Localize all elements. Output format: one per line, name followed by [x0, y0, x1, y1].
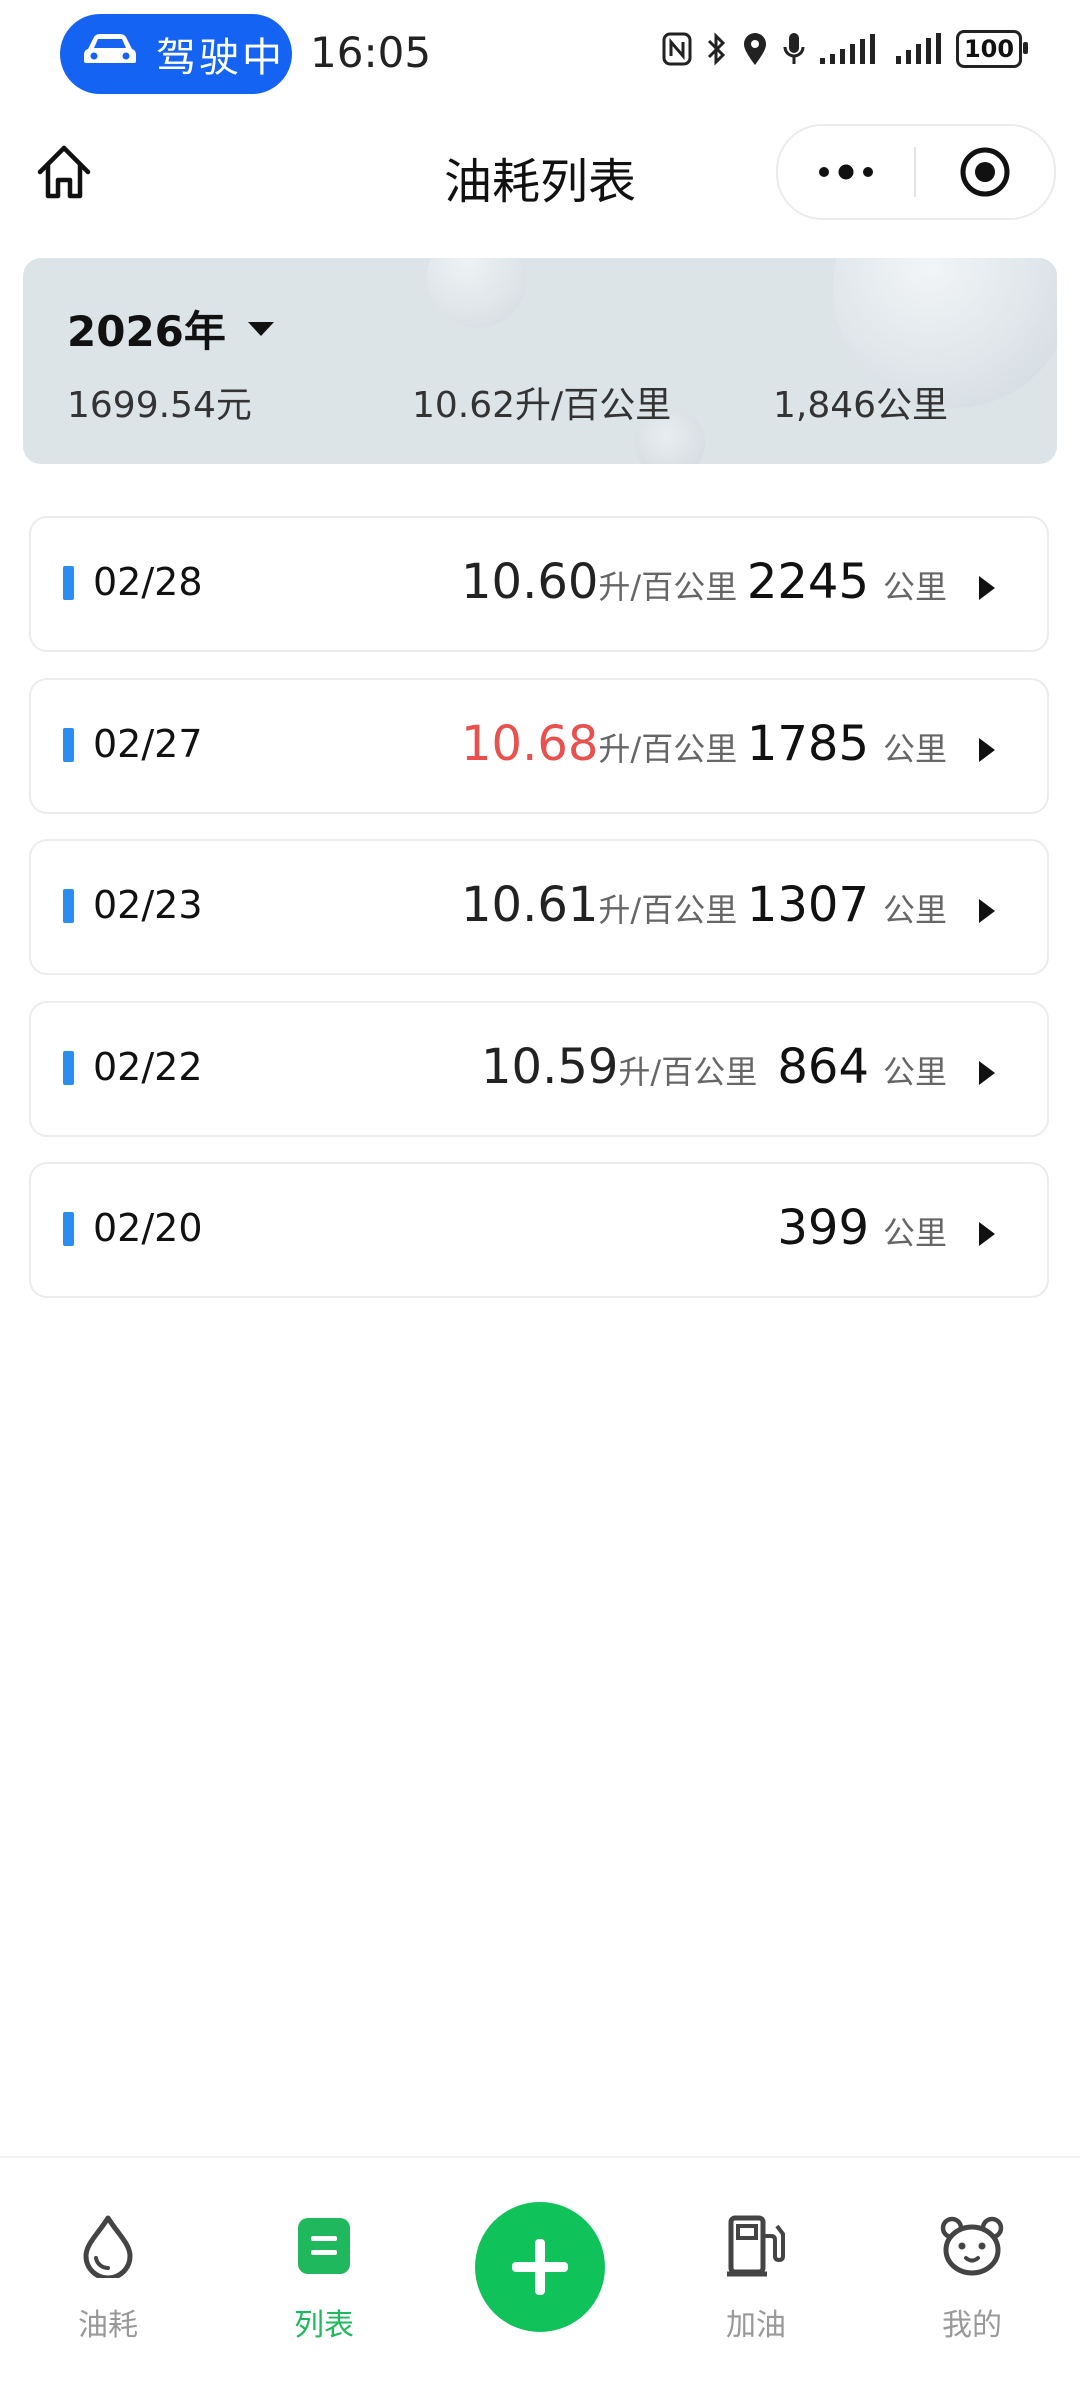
distance-unit: 公里 — [882, 568, 947, 606]
tab-label: 加油 — [726, 2308, 786, 2343]
record-marker — [63, 1212, 74, 1246]
chevron-right-icon — [979, 899, 995, 923]
record-row[interactable]: 02/23 10.61 升/百公里 1307 公里 — [29, 839, 1049, 975]
consumption-unit: 升/百公里 — [598, 891, 738, 929]
record-consumption: 10.61 升/百公里 — [461, 877, 737, 933]
distance-value: 1307 — [746, 877, 869, 933]
tab-list[interactable]: 列表 — [254, 2206, 394, 2344]
chevron-right-icon — [979, 576, 995, 600]
record-distance: 399 公里 — [777, 1200, 947, 1256]
record-distance: 1785 公里 — [747, 716, 947, 772]
record-distance: 864 公里 — [777, 1039, 947, 1095]
navigation-bar: 油耗列表 — [0, 120, 1080, 230]
record-distance: 1307 公里 — [747, 877, 947, 933]
gas-pump-icon — [727, 2215, 785, 2277]
record-row[interactable]: 02/22 10.59 升/百公里 864 公里 — [29, 1001, 1049, 1137]
year-summary-card: 2026年 1699.54元 10.62升/百公里 1,846公里 — [23, 258, 1057, 464]
consumption-value: 10.59 — [481, 1039, 619, 1095]
total-cost: 1699.54元 — [67, 385, 252, 426]
driving-label: 驾驶中 — [156, 35, 285, 81]
record-date: 02/22 — [93, 1045, 203, 1089]
more-dots-icon — [819, 164, 873, 180]
consumption-value: 10.60 — [461, 554, 599, 610]
consumption-unit: 升/百公里 — [618, 1053, 758, 1091]
distance-value: 399 — [777, 1200, 869, 1256]
list-icon — [298, 2218, 350, 2274]
signal-icon-1 — [820, 34, 875, 64]
target-icon — [960, 147, 1010, 197]
car-icon — [82, 31, 138, 77]
bottom-tab-bar: 油耗 列表 加油 我的 — [0, 2156, 1080, 2389]
chevron-right-icon — [979, 738, 995, 762]
distance-unit: 公里 — [882, 1214, 947, 1252]
record-marker — [63, 889, 74, 923]
tab-fuel[interactable]: 油耗 — [38, 2206, 178, 2344]
record-row[interactable]: 02/20 399 公里 — [29, 1162, 1049, 1298]
miniprogram-capsule — [776, 124, 1056, 220]
distance-unit: 公里 — [882, 1053, 947, 1091]
microphone-icon — [783, 33, 805, 64]
close-miniprogram-button[interactable] — [916, 126, 1054, 218]
distance-value: 864 — [777, 1039, 869, 1095]
record-row[interactable]: 02/27 10.68 升/百公里 1785 公里 — [29, 678, 1049, 814]
record-consumption: 10.59 升/百公里 — [481, 1039, 757, 1095]
location-icon — [744, 33, 766, 65]
record-marker — [63, 566, 74, 600]
distance-unit: 公里 — [882, 730, 947, 768]
driving-mode-pill[interactable]: 驾驶中 — [60, 14, 292, 94]
distance-unit: 公里 — [882, 891, 947, 929]
plus-icon — [512, 2239, 568, 2295]
record-date: 02/23 — [93, 883, 203, 927]
record-date: 02/20 — [93, 1206, 203, 1250]
status-bar: 驾驶中 16:05 100 — [0, 0, 1080, 110]
signal-icon-2 — [896, 33, 941, 64]
more-button[interactable] — [778, 126, 914, 218]
bluetooth-icon — [707, 32, 726, 66]
clock: 16:05 — [310, 28, 432, 77]
average-consumption: 10.62升/百公里 — [412, 385, 672, 426]
decor-bubble — [427, 258, 527, 328]
battery-level: 100 — [963, 35, 1015, 63]
record-consumption: 10.60 升/百公里 — [461, 554, 737, 610]
tab-label: 我的 — [942, 2308, 1002, 2343]
consumption-value: 10.68 — [461, 716, 599, 772]
chevron-right-icon — [979, 1222, 995, 1246]
bear-face-icon — [940, 2216, 1004, 2276]
record-marker — [63, 1051, 74, 1085]
consumption-unit: 升/百公里 — [598, 568, 738, 606]
record-marker — [63, 728, 74, 762]
record-date: 02/27 — [93, 722, 203, 766]
year-selector[interactable]: 2026年 — [67, 298, 274, 359]
caret-down-icon — [247, 321, 274, 336]
battery-indicator: 100 — [956, 30, 1028, 68]
nfc-icon — [662, 32, 692, 66]
year-label: 2026年 — [67, 307, 226, 356]
water-drop-icon — [83, 2215, 133, 2278]
system-icons: 100 — [662, 30, 1028, 68]
chevron-right-icon — [979, 1061, 995, 1085]
consumption-value: 10.61 — [461, 877, 599, 933]
tab-label: 油耗 — [78, 2308, 138, 2343]
record-distance: 2245 公里 — [747, 554, 947, 610]
tab-refuel[interactable]: 加油 — [686, 2206, 826, 2344]
distance-value: 1785 — [746, 716, 869, 772]
distance-value: 2245 — [746, 554, 869, 610]
add-record-button[interactable] — [475, 2202, 605, 2332]
record-row[interactable]: 02/28 10.60 升/百公里 2245 公里 — [29, 516, 1049, 652]
record-date: 02/28 — [93, 560, 203, 604]
tab-label: 列表 — [294, 2308, 354, 2343]
record-consumption: 10.68 升/百公里 — [461, 716, 737, 772]
tab-mine[interactable]: 我的 — [902, 2206, 1042, 2344]
total-distance: 1,846公里 — [773, 385, 949, 426]
consumption-unit: 升/百公里 — [598, 730, 738, 768]
